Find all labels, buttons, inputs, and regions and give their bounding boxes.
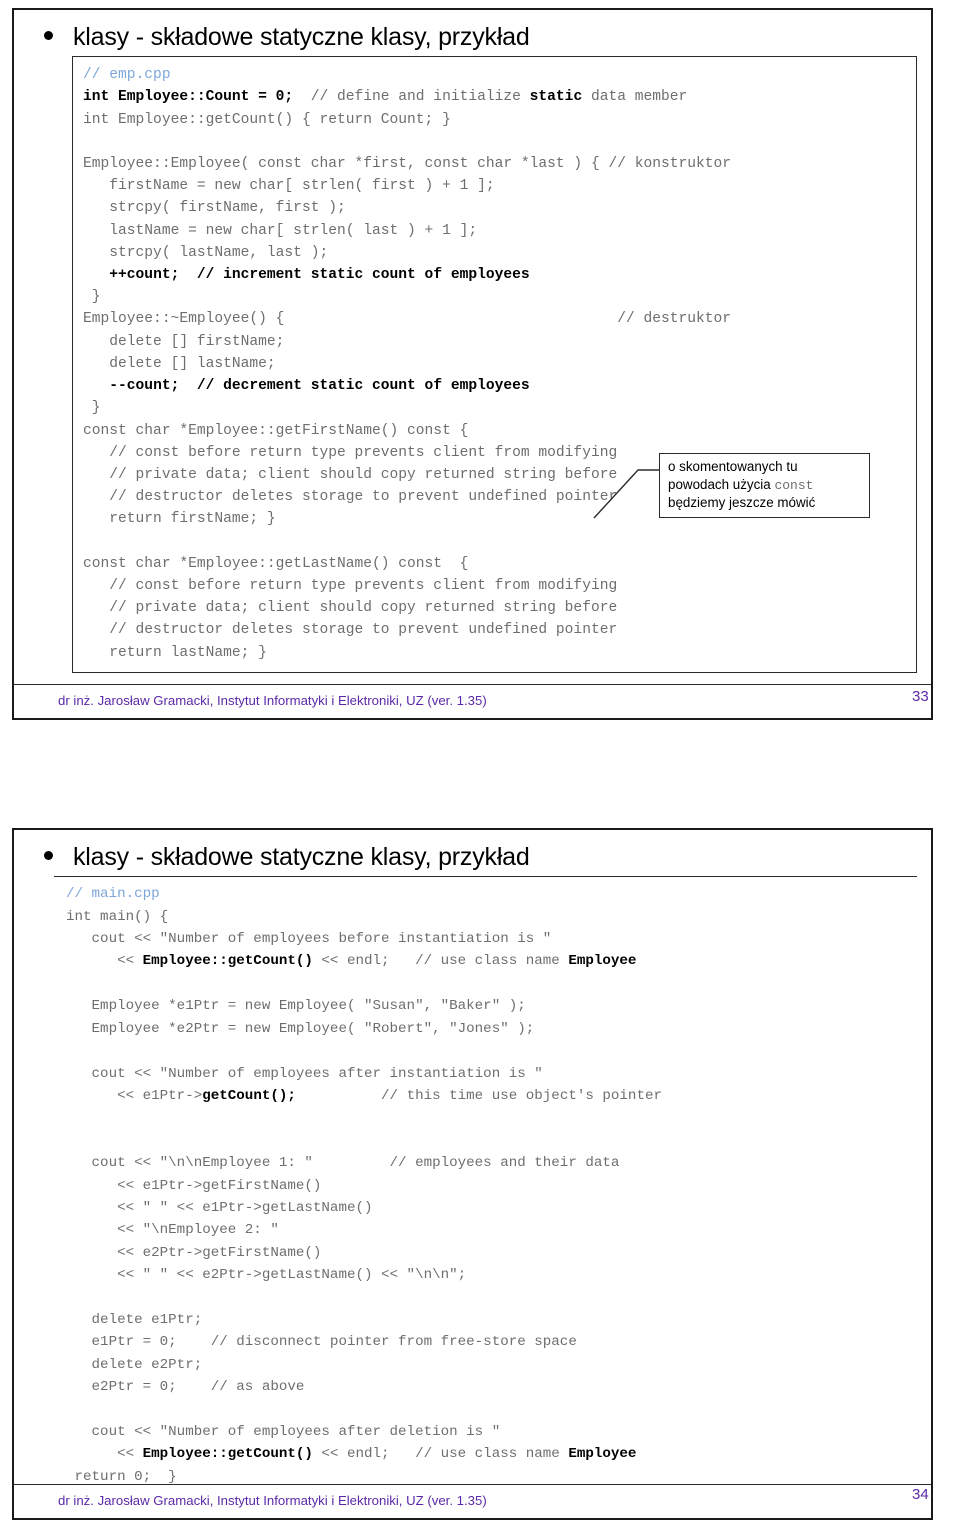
code-file-comment-2: // main.cpp bbox=[66, 886, 160, 903]
page-title-2: klasy - składowe statyczne klasy, przykł… bbox=[73, 843, 530, 871]
code-listing-2: int main() { cout << "Number of employee… bbox=[66, 908, 662, 1485]
slide-34: klasy - składowe statyczne klasy, przykł… bbox=[12, 828, 933, 1520]
slide-title-row-2: klasy - składowe statyczne klasy, przykł… bbox=[14, 830, 931, 876]
bullet-icon bbox=[44, 31, 53, 40]
callout-const-keyword: const bbox=[774, 477, 814, 493]
page-number-34: 34 bbox=[912, 1486, 929, 1503]
footer-author-2: dr inż. Jarosław Gramacki, Instytut Info… bbox=[58, 1493, 487, 1508]
code-block-main-cpp: // main.cpp int main() { cout << "Number… bbox=[54, 876, 917, 1493]
page-number-33: 33 bbox=[912, 688, 929, 705]
code-block-emp-cpp: // emp.cpp int Employee::Count = 0; // d… bbox=[72, 56, 917, 673]
code-listing: int Employee::Count = 0; // define and i… bbox=[83, 89, 732, 661]
code-file-comment: // emp.cpp bbox=[83, 67, 171, 84]
callout-line-3: będziemy jeszcze mówić bbox=[668, 495, 816, 510]
slide-footer-2: dr inż. Jarosław Gramacki, Instytut Info… bbox=[14, 1484, 931, 1518]
callout-line-1: o skomentowanych tu bbox=[668, 459, 798, 474]
bullet-icon bbox=[44, 851, 53, 860]
slide-title-row: klasy - składowe statyczne klasy, przykł… bbox=[14, 10, 931, 56]
slide-footer: dr inż. Jarosław Gramacki, Instytut Info… bbox=[14, 684, 931, 718]
callout-note: o skomentowanych tu powodach użycia cons… bbox=[659, 453, 870, 518]
slide-33: klasy - składowe statyczne klasy, przykł… bbox=[12, 8, 933, 720]
page-title: klasy - składowe statyczne klasy, przykł… bbox=[73, 23, 530, 51]
footer-author: dr inż. Jarosław Gramacki, Instytut Info… bbox=[58, 693, 487, 708]
callout-line-2: powodach użycia const bbox=[668, 476, 862, 495]
callout-line-2-prefix: powodach użycia bbox=[668, 476, 775, 492]
